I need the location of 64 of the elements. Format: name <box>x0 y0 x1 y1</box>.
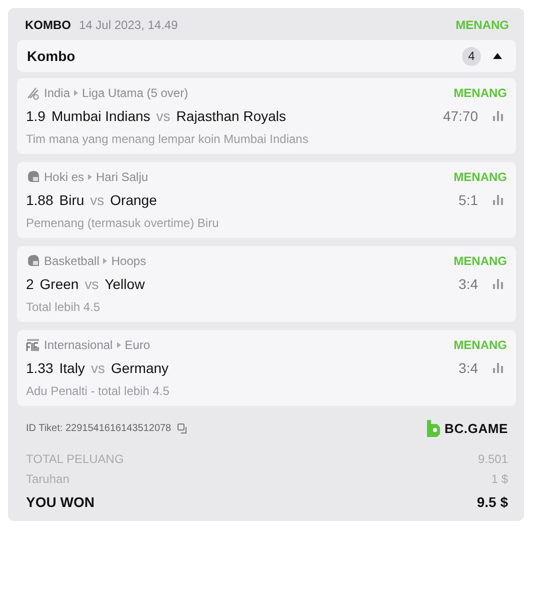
helmet-icon <box>26 254 40 268</box>
cricket-icon <box>26 86 40 100</box>
status-label: MENANG <box>454 254 507 268</box>
score: 3:4 <box>458 276 478 292</box>
market-label: Tim mana yang menang lempar koin Mumbai Indians <box>26 132 310 146</box>
odds-value: 2 <box>26 276 34 292</box>
team-name: Rajasthan Royals <box>176 108 286 124</box>
league-label: Hari Salju <box>96 170 148 184</box>
country-label: Basketball <box>44 254 100 268</box>
vs-label: vs <box>84 276 99 292</box>
summary-label: TOTAL PELUANG <box>26 452 124 466</box>
separator-icon <box>103 258 108 264</box>
team-name: Yellow <box>104 276 145 292</box>
team-name: Orange <box>110 192 157 208</box>
score: 5:1 <box>458 192 478 208</box>
team-name: Germany <box>110 360 169 376</box>
score: 3:4 <box>458 360 478 376</box>
vs-label: vs <box>90 192 104 208</box>
summary-value: 9.501 <box>478 452 508 466</box>
brand-name: BC.GAME <box>444 421 508 436</box>
country-label: Internasional <box>44 338 113 352</box>
status-label: MENANG <box>454 170 507 184</box>
league-label: Liga Utama (5 over) <box>82 86 188 100</box>
stats-icon[interactable] <box>492 363 504 373</box>
league-label: Euro <box>124 338 150 352</box>
helmet-icon <box>26 170 40 184</box>
country-label: India <box>44 86 70 100</box>
summary-label: YOU WON <box>26 494 94 510</box>
count-badge: 4 <box>462 46 481 66</box>
stats-icon[interactable] <box>492 195 504 205</box>
status-label: MENANG <box>456 18 509 32</box>
odds-value: 1.88 <box>26 192 54 208</box>
score: 47:70 <box>442 108 478 124</box>
summary-value: 9.5 $ <box>476 494 508 510</box>
stats-icon[interactable] <box>492 279 504 289</box>
league-label: Hoops <box>111 254 146 268</box>
summary-label: Taruhan <box>26 472 70 486</box>
market-label: Adu Penalti - total lebih 4.5 <box>26 384 170 398</box>
combo-title: Kombo <box>27 48 76 64</box>
logo-icon <box>426 420 440 437</box>
fifa-icon <box>26 338 40 352</box>
separator-icon <box>74 90 78 96</box>
status-label: MENANG <box>454 86 507 100</box>
vs-label: vs <box>156 108 170 124</box>
ticket-id: ID Tiket: 2291541616143512078 <box>26 423 172 434</box>
market-label: Total lebih 4.5 <box>26 300 102 314</box>
team-name: Green <box>40 276 79 292</box>
vs-label: vs <box>90 360 105 376</box>
stats-icon[interactable] <box>492 111 504 121</box>
team-name: Mumbai Indians <box>51 108 150 124</box>
country-label: Hoki es <box>44 170 84 184</box>
odds-value: 1.33 <box>26 360 54 376</box>
status-label: MENANG <box>454 338 507 352</box>
odds-value: 1.9 <box>26 108 46 124</box>
team-name: Biru <box>59 192 84 208</box>
separator-icon <box>88 174 92 180</box>
team-name: Italy <box>59 360 85 376</box>
combo-header[interactable]: Kombo 4 <box>17 40 516 72</box>
market-label: Pemenang (termasuk overtime) Biru <box>26 216 220 230</box>
bet-type: KOMBO <box>25 18 71 32</box>
bet-date: 14 Jul 2023, 14.49 <box>79 18 178 32</box>
copy-icon[interactable] <box>177 423 188 434</box>
summary-value: 1 $ <box>491 472 508 486</box>
separator-icon <box>116 342 121 348</box>
